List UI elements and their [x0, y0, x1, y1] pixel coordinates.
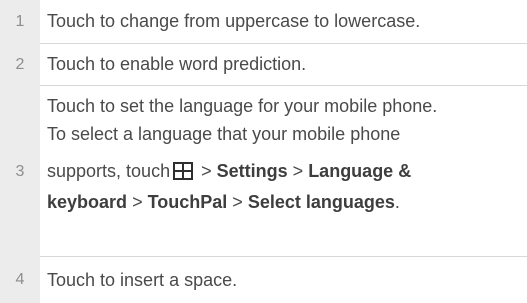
period: . [394, 192, 400, 212]
text-line: keyboard > TouchPal > Select languages. [47, 188, 527, 216]
row-number: 2 [0, 44, 40, 86]
instruction-table: 1 Touch to change from uppercase to lowe… [0, 0, 527, 303]
table-row: 2 Touch to enable word prediction. [0, 44, 527, 86]
separator: > [232, 192, 243, 212]
text-line: To select a language that your mobile ph… [47, 124, 401, 144]
separator: > [132, 192, 143, 212]
separator: > [292, 161, 304, 181]
row-number: 3 [0, 86, 40, 257]
row-text: Touch to enable word prediction. [40, 44, 527, 86]
text-segment: supports, touch [47, 161, 171, 181]
row-text: Touch to change from uppercase to lowerc… [40, 0, 527, 44]
table-row: 3 Touch to set the language for your mob… [0, 86, 527, 257]
table-row: 1 Touch to change from uppercase to lowe… [0, 0, 527, 44]
touchpal-term: TouchPal [147, 192, 228, 212]
language-term: Language & [308, 161, 412, 181]
select-languages-term: Select languages [247, 192, 395, 212]
row-text: Touch to set the language for your mobil… [40, 86, 527, 257]
settings-term: Settings [216, 161, 288, 181]
table-row: 4 Touch to insert a space. [0, 257, 527, 303]
grid-menu-icon [173, 160, 194, 188]
row-number: 1 [0, 0, 40, 44]
text-line: supports, touch > Settings > Language & [47, 157, 527, 188]
row-text: Touch to insert a space. [47, 269, 238, 290]
row-number: 4 [0, 257, 40, 303]
separator: > [201, 161, 212, 181]
text-line: Touch to set the language for your mobil… [47, 96, 438, 116]
keyboard-term: keyboard [47, 192, 128, 212]
